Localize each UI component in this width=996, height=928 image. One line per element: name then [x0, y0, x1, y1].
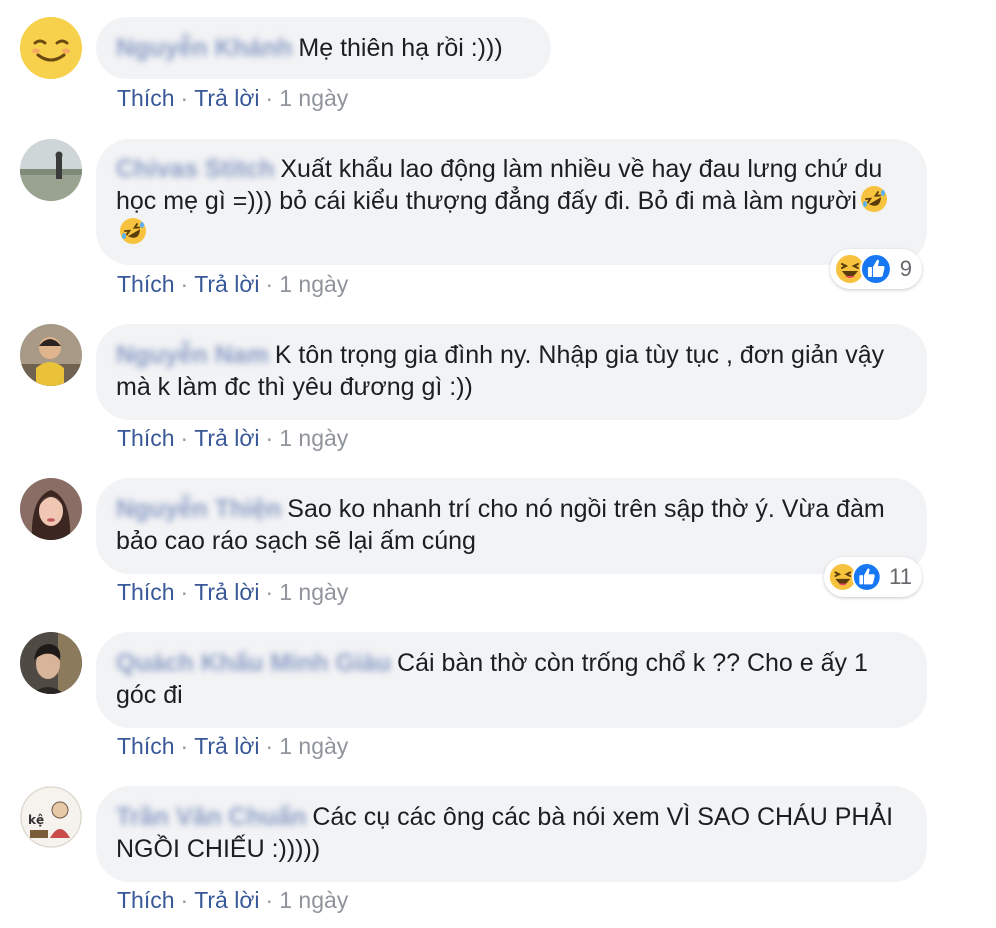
like-link[interactable]: Thích [117, 85, 175, 111]
comment-time[interactable]: 1 ngày [279, 425, 348, 451]
separator-dot: · [265, 85, 274, 111]
comment-actions: Thích · Trả lời · 1 ngày [117, 578, 348, 606]
separator-dot: · [180, 887, 189, 913]
separator-dot: · [265, 579, 274, 605]
photo-avatar-icon [20, 139, 82, 201]
separator-dot: · [265, 887, 274, 913]
separator-dot: · [180, 733, 189, 759]
child-photo-avatar-icon [20, 324, 82, 386]
avatar[interactable]: kệ [20, 786, 82, 848]
reaction-count: 11 [889, 564, 912, 589]
comment-actions: Thích · Trả lời · 1 ngày [117, 424, 348, 452]
reply-link[interactable]: Trả lời [194, 425, 259, 451]
reply-link[interactable]: Trả lời [194, 733, 259, 759]
comment-actions: Thích · Trả lời · 1 ngày [117, 270, 348, 298]
comment-author[interactable]: Nguyễn Nam [116, 341, 269, 369]
reactions-badge[interactable]: 9 [830, 249, 922, 289]
comment-bubble: Trần Văn Chuẩn Các cụ các ông các bà nói … [96, 786, 927, 882]
comment-actions: Thích · Trả lời · 1 ngày [117, 84, 348, 112]
reply-link[interactable]: Trả lời [194, 85, 259, 111]
cartoon-avatar-icon: kệ [20, 786, 82, 848]
comment-time[interactable]: 1 ngày [279, 271, 348, 297]
like-link[interactable]: Thích [117, 579, 175, 605]
comment-author[interactable]: Chivas Stitch [116, 155, 274, 183]
like-reaction-icon [852, 561, 882, 593]
reply-link[interactable]: Trả lời [194, 887, 259, 913]
reply-link[interactable]: Trả lời [194, 579, 259, 605]
reaction-count: 9 [899, 256, 912, 281]
avatar[interactable] [20, 324, 82, 386]
comment-author[interactable]: Trần Văn Chuẩn [116, 803, 306, 831]
like-link[interactable]: Thích [117, 425, 175, 451]
woman-photo-avatar-icon [20, 478, 82, 540]
comment-time[interactable]: 1 ngày [279, 733, 348, 759]
svg-text:kệ: kệ [28, 813, 44, 827]
smiling-emoji-avatar-icon [20, 17, 82, 79]
like-reaction-icon [860, 253, 892, 285]
separator-dot: · [180, 579, 189, 605]
comment-bubble: Quách Khấu Minh Giàu Cái bàn thờ còn trốn… [96, 632, 927, 728]
comment-bubble: Chivas Stitch Xuất khẩu lao động làm nhiề… [96, 139, 927, 265]
separator-dot: · [265, 733, 274, 759]
comment-text: Mẹ thiên hạ rồi :))) [298, 34, 503, 62]
comment-actions: Thích · Trả lời · 1 ngày [117, 732, 348, 760]
avatar[interactable] [20, 478, 82, 540]
comment-bubble: Nguyễn Khánh Mẹ thiên hạ rồi :))) [96, 17, 551, 79]
avatar[interactable] [20, 139, 82, 201]
like-link[interactable]: Thích [117, 733, 175, 759]
comment-time[interactable]: 1 ngày [279, 579, 348, 605]
comment-author[interactable]: Nguyễn Khánh [116, 34, 292, 62]
man-photo-avatar-icon [20, 632, 82, 694]
separator-dot: · [180, 425, 189, 451]
rolling-laughing-emoji-icon [860, 185, 888, 213]
like-link[interactable]: Thích [117, 887, 175, 913]
separator-dot: · [180, 85, 189, 111]
avatar[interactable] [20, 17, 82, 79]
avatar[interactable] [20, 632, 82, 694]
separator-dot: · [180, 271, 189, 297]
rolling-laughing-emoji-icon [119, 217, 147, 245]
like-link[interactable]: Thích [117, 271, 175, 297]
comment-author[interactable]: Nguyễn Thiện [116, 495, 281, 523]
reactions-badge[interactable]: 11 [824, 557, 922, 597]
separator-dot: · [265, 425, 274, 451]
comment-author[interactable]: Quách Khấu Minh Giàu [116, 649, 391, 677]
separator-dot: · [265, 271, 274, 297]
comment-bubble: Nguyễn Thiện Sao ko nhanh trí cho nó ngồi… [96, 478, 927, 574]
comment-time[interactable]: 1 ngày [279, 887, 348, 913]
comment-time[interactable]: 1 ngày [279, 85, 348, 111]
comment-actions: Thích · Trả lời · 1 ngày [117, 886, 348, 914]
comment-bubble: Nguyễn Nam K tôn trọng gia đình ny. Nhập … [96, 324, 927, 420]
reply-link[interactable]: Trả lời [194, 271, 259, 297]
